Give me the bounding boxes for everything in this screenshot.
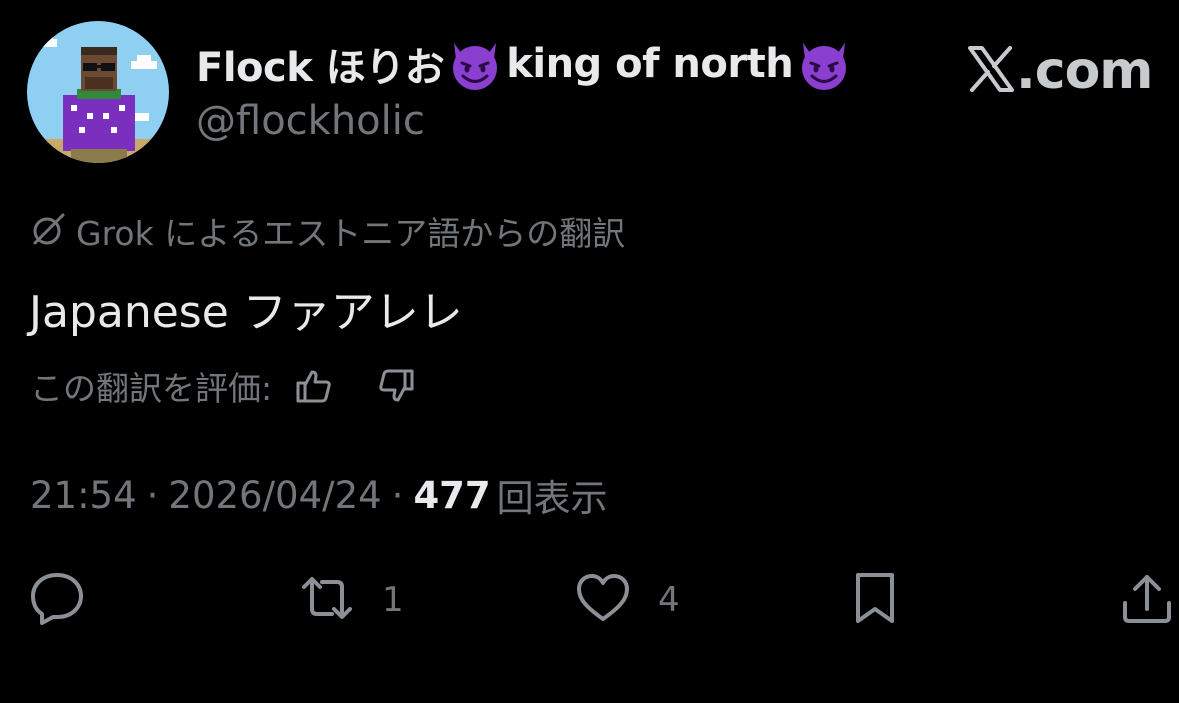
bookmark-icon — [846, 569, 904, 631]
rate-translation: この翻訳を評価: — [30, 362, 418, 410]
reply-button[interactable] — [28, 568, 112, 632]
display-name-part1: Flock ほりお — [196, 45, 445, 91]
rate-label: この翻訳を評価: — [30, 369, 273, 408]
translation-attribution: Grok によるエストニア語からの翻訳 — [30, 208, 625, 254]
like-button[interactable]: 4 — [574, 568, 680, 632]
translation-label: Grok によるエストニア語からの翻訳 — [76, 214, 626, 253]
avatar[interactable] — [27, 21, 169, 163]
post-time[interactable]: 21:54 — [30, 474, 137, 517]
thumbs-up-icon[interactable] — [292, 364, 336, 408]
views-count[interactable]: 477 — [413, 474, 490, 517]
post-date[interactable]: 2026/04/24 — [168, 474, 381, 517]
repost-icon — [298, 569, 356, 631]
heart-icon — [574, 569, 632, 631]
meta-separator: · — [391, 473, 404, 517]
meta-separator: · — [146, 473, 159, 517]
x-logo-icon — [966, 44, 1016, 98]
smiling-face-with-horns-icon — [795, 35, 853, 93]
repost-button[interactable]: 1 — [298, 568, 404, 632]
smiling-face-with-horns-icon — [446, 35, 504, 93]
reply-icon — [28, 569, 86, 631]
share-button[interactable] — [1118, 568, 1176, 632]
site-domain: .com — [1016, 41, 1153, 101]
user-handle[interactable]: @flockholic — [196, 98, 425, 144]
post-meta: 21:54 · 2026/04/24 · 477 回表示 — [30, 470, 608, 521]
x-com-logo: .com — [966, 36, 1153, 106]
display-name[interactable]: Flock ほりお king of north — [196, 34, 855, 94]
grok-icon — [30, 210, 76, 252]
thumbs-down-icon[interactable] — [374, 364, 418, 408]
views-label: 回表示 — [496, 477, 608, 520]
post-text: Japanese ファアレレ — [29, 287, 463, 338]
repost-count: 1 — [382, 580, 404, 620]
display-name-part2: king of north — [506, 41, 794, 87]
bookmark-button[interactable] — [846, 568, 904, 632]
share-icon — [1118, 569, 1176, 631]
like-count: 4 — [658, 580, 680, 620]
